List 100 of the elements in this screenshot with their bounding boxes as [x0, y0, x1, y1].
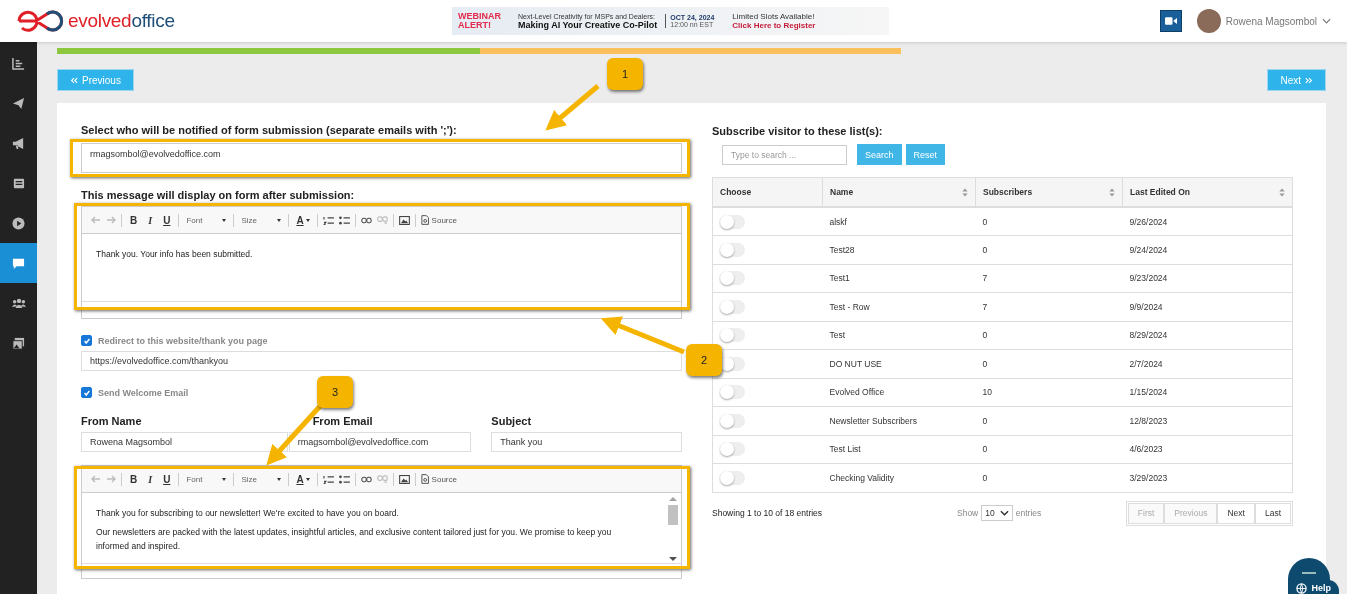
toggle-switch[interactable]: [720, 413, 745, 428]
document-icon: [420, 215, 429, 225]
field-label: From Email: [311, 415, 374, 427]
toggle-switch[interactable]: [720, 299, 745, 314]
welcome-email-checkbox-label[interactable]: Send Welcome Email: [81, 387, 189, 398]
user-avatar: [1196, 9, 1221, 33]
table-cell: Checking Validity: [822, 463, 976, 492]
sort-icon: [1279, 187, 1285, 197]
format-button[interactable]: I: [145, 214, 156, 226]
source-button[interactable]: Source: [420, 474, 457, 484]
table-cell: Evolved Office: [822, 378, 976, 407]
table-cell: Test List: [822, 435, 976, 464]
format-button[interactable]: U: [160, 214, 174, 226]
sort-icon: [1109, 187, 1115, 197]
table-cell: 0: [975, 207, 1123, 236]
user-menu[interactable]: Rowena Magsombol: [1196, 9, 1331, 33]
font-dropdown[interactable]: Font: [184, 474, 229, 484]
format-button[interactable]: U: [160, 473, 174, 485]
newspaper-icon: [12, 176, 25, 190]
toggle-switch[interactable]: [720, 470, 745, 485]
size-dropdown[interactable]: Size: [239, 474, 284, 484]
callout-number: 3: [317, 376, 353, 408]
checkbox[interactable]: [81, 335, 92, 346]
format-button[interactable]: I: [145, 473, 156, 485]
numbered-list-icon[interactable]: [322, 474, 334, 484]
page-size-select[interactable]: 10: [981, 505, 1013, 521]
callout-number: 2: [686, 344, 722, 376]
toggle-switch[interactable]: [720, 385, 745, 400]
editor-paragraph: Thank you. Your info has been submitted.: [96, 248, 254, 261]
table-cell: 2/7/2024: [1122, 349, 1293, 378]
globe-icon: [1296, 582, 1308, 594]
table-cell: 0: [975, 321, 1123, 350]
brand-name: evolvedoffice: [68, 10, 175, 32]
numbered-list-icon[interactable]: [322, 215, 334, 225]
chart-icon: [12, 56, 25, 70]
table-cell: alskf: [822, 207, 976, 236]
text-color-button[interactable]: A: [294, 473, 312, 485]
column-header[interactable]: Name: [822, 177, 976, 207]
table-cell: 0: [975, 406, 1123, 435]
video-camera-button[interactable]: [1159, 10, 1182, 32]
table-cell: 0: [975, 349, 1123, 378]
section-title: Subscribe visitor to these list(s):: [712, 125, 884, 137]
bullet-list-icon[interactable]: [338, 474, 350, 484]
play-icon: [12, 216, 25, 230]
size-dropdown[interactable]: Size: [239, 215, 284, 225]
table-cell: 0: [975, 463, 1123, 492]
source-button[interactable]: Source: [420, 215, 457, 225]
image-icon[interactable]: [398, 215, 410, 225]
field-label: From Name: [81, 415, 143, 427]
image-icon[interactable]: [398, 474, 410, 484]
font-dropdown[interactable]: Font: [184, 215, 229, 225]
double-chevron-right-icon: [1305, 76, 1313, 84]
text-color-button[interactable]: A: [294, 214, 312, 226]
field-label: Select who will be notified of form submission (separate emails with ';'):: [81, 124, 458, 136]
table-cell: Newsletter Subscribers: [822, 406, 976, 435]
editor-paragraph: Thank you for subscribing to our newsletter! We're excited to have you on board.: [96, 507, 400, 520]
notify-emails-field[interactable]: rmagsombol@evolvedoffice.com: [81, 143, 682, 173]
entries-info: Showing 1 to 10 of 18 entries: [712, 508, 824, 518]
format-button[interactable]: B: [127, 473, 141, 485]
table-cell: Test - Row: [822, 292, 976, 321]
toggle-switch[interactable]: [720, 442, 745, 457]
callout-number: 1: [607, 58, 643, 90]
format-button[interactable]: B: [127, 214, 141, 226]
scrollbar[interactable]: [667, 497, 679, 561]
sort-icon: [962, 187, 968, 197]
table-cell: 4/6/2023: [1122, 435, 1293, 464]
table-cell: 3/29/2023: [1122, 463, 1293, 492]
redirect-url-field[interactable]: https://evolvedoffice.com/thankyou: [81, 351, 682, 371]
checkbox[interactable]: [81, 387, 92, 398]
link-icon[interactable]: [360, 216, 372, 224]
table-cell: 0: [975, 235, 1123, 264]
table-cell: 9/9/2024: [1122, 292, 1293, 321]
table-cell: 12/8/2023: [1122, 406, 1293, 435]
table-cell: DO NUT USE: [822, 349, 976, 378]
pagination-button[interactable]: Last: [1254, 502, 1291, 524]
toggle-switch[interactable]: [720, 214, 745, 229]
toggle-switch[interactable]: [720, 328, 745, 343]
table-cell: 7: [975, 264, 1123, 293]
from-email-field[interactable]: rmagsombol@evolvedoffice.com: [288, 432, 472, 452]
editor-paragraph: Our newsletters are packed with the latest updates, insightful articles, and exclusive content tailored just for you. We promise to keep you informed and inspired.: [96, 526, 613, 553]
callout-arrow: [545, 84, 600, 131]
toggle-switch[interactable]: [720, 356, 745, 371]
video-camera-icon: [1164, 17, 1177, 25]
table-cell: 10: [975, 378, 1123, 407]
column-header[interactable]: Last Edited On: [1122, 177, 1293, 207]
logo-mark-icon: [16, 9, 64, 33]
send-icon: [12, 96, 25, 110]
column-header[interactable]: Subscribers: [975, 177, 1123, 207]
subject-field[interactable]: Thank you: [491, 432, 682, 452]
megaphone-icon: [12, 136, 25, 150]
pagination-button[interactable]: Next: [1217, 502, 1255, 524]
images-icon: [12, 336, 25, 350]
redirect-checkbox-label[interactable]: Redirect to this website/thank you page: [81, 335, 268, 346]
toggle-switch[interactable]: [720, 242, 745, 257]
bullet-list-icon[interactable]: [338, 215, 350, 225]
link-icon[interactable]: [360, 475, 372, 483]
table-cell: 7: [975, 292, 1123, 321]
toggle-switch[interactable]: [720, 271, 745, 286]
from-name-field[interactable]: Rowena Magsombol: [81, 432, 288, 452]
field-label: This message will display on form after submission:: [81, 189, 356, 201]
